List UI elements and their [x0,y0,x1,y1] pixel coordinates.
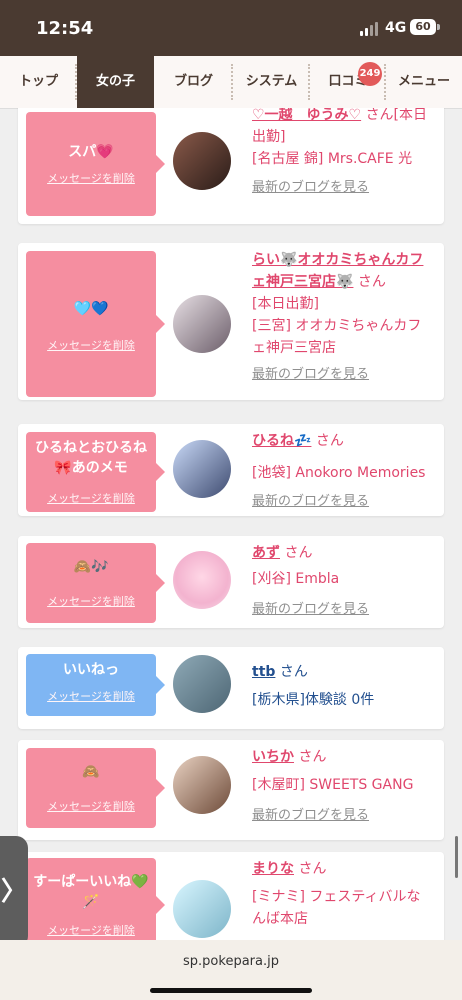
status-bar: 12:54 4G 60 [0,0,462,56]
side-drawer-toggle-chevron-icon[interactable]: 〉 [0,836,28,948]
shop-label: [刈谷] Embla [252,571,340,587]
tab-girls[interactable]: 女の子 [77,56,154,108]
url-text[interactable]: sp.pokepara.jp [0,954,462,969]
message-bubble: スパ💗 メッセージを削除 [26,112,165,216]
avatar[interactable] [173,880,231,938]
girl-info: あず さん [刈谷] Embla 最新のブログを見る [252,542,434,617]
message-bubble: いいねっ メッセージを削除 [26,654,165,716]
honorific: さん [298,749,327,765]
clock: 12:54 [36,18,94,39]
honorific: さん [298,861,327,877]
list-item: すーぱーいいね💚🪄 メッセージを削除 まりな さん [ミナミ] フェスティバルな… [18,852,444,940]
shop-label: [ミナミ] フェスティバルなんば本店 [252,889,421,927]
avatar[interactable] [173,756,231,814]
tab-system[interactable]: システム [233,56,310,108]
avatar[interactable] [173,295,231,353]
honorific: さん [315,433,344,449]
message-bubble: 🩵💙 メッセージを削除 [26,251,165,397]
avatar[interactable] [173,655,231,713]
latest-blog-link[interactable]: 最新のブログを見る [252,494,369,509]
message-text: 🙈 [82,764,100,780]
list-item: スパ💗 メッセージを削除 ♡一越 ゆうみ♡ さん[本日出勤] [名古屋 錦] M… [18,108,444,224]
shop-label: [木屋町] SWEETS GANG [252,777,414,793]
latest-blog-link[interactable]: 最新のブログを見る [252,602,369,617]
girl-name-link[interactable]: ♡一越 ゆうみ♡ [252,108,361,123]
avatar[interactable] [173,551,231,609]
signal-icon [360,22,380,36]
girl-name-link[interactable]: ひるね💤 [252,433,311,449]
tab-top[interactable]: トップ [0,56,77,108]
girl-info: いちか さん [木屋町] SWEETS GANG 最新のブログを見る [252,746,434,823]
girl-name-link[interactable]: らい🐺オオカミちゃんカフェ神戸三宮店🐺 [252,252,423,290]
girl-info: らい🐺オオカミちゃんカフェ神戸三宮店🐺 さん [本日出勤] [三宮] オオカミち… [252,249,434,382]
delete-message-link[interactable]: メッセージを削除 [26,798,156,814]
delete-message-link[interactable]: メッセージを削除 [26,688,156,704]
message-bubble: 🙈 メッセージを削除 [26,748,165,828]
reviews-count-badge: 249 [358,62,382,86]
list-item: 🙈🎶 メッセージを削除 あず さん [刈谷] Embla 最新のブログを見る [18,536,444,628]
latest-blog-link[interactable]: 最新のブログを見る [252,808,369,823]
message-list: スパ💗 メッセージを削除 ♡一越 ゆうみ♡ さん[本日出勤] [名古屋 錦] M… [0,108,462,940]
girl-name-link[interactable]: いちか [252,749,294,765]
latest-blog-link[interactable]: 最新のブログを見る [252,367,369,382]
message-text: ひるねとおひるね🎀あのメモ [35,440,147,476]
delete-message-link[interactable]: メッセージを削除 [26,337,156,353]
delete-message-link[interactable]: メッセージを削除 [26,170,156,186]
tab-blog[interactable]: ブログ [154,56,233,108]
message-text: スパ💗 [68,144,114,160]
girl-info: まりな さん [ミナミ] フェスティバルなんば本店 [252,858,434,927]
delete-message-link[interactable]: メッセージを削除 [26,490,156,506]
delete-message-link[interactable]: メッセージを削除 [26,922,156,938]
message-bubble: ひるねとおひるね🎀あのメモ メッセージを削除 [26,432,165,512]
list-item: いいねっ メッセージを削除 ttb さん [栃木県]体験談 0件 [18,647,444,729]
shop-label: [栃木県]体験談 0件 [252,692,375,708]
honorific: さん [279,664,308,680]
girl-info: ttb さん [栃木県]体験談 0件 [252,661,434,708]
girl-name-link[interactable]: ttb [252,664,275,680]
home-indicator [150,988,312,993]
message-bubble: 🙈🎶 メッセージを削除 [26,543,165,623]
girl-info: ♡一越 ゆうみ♡ さん[本日出勤] [名古屋 錦] Mrs.CAFE 光 最新の… [252,108,434,195]
list-item: ひるねとおひるね🎀あのメモ メッセージを削除 ひるね💤 さん [池袋] Anok… [18,424,444,516]
message-text: すーぱーいいね💚🪄 [33,874,149,910]
battery-icon: 60 [410,19,436,35]
work-status: [本日出勤] [252,296,319,312]
network-label: 4G [385,20,407,36]
delete-message-link[interactable]: メッセージを削除 [26,593,156,609]
latest-blog-link[interactable]: 最新のブログを見る [252,180,369,195]
scrollbar[interactable] [455,836,458,878]
list-item: 🙈 メッセージを削除 いちか さん [木屋町] SWEETS GANG 最新のブ… [18,740,444,840]
honorific: さん [284,545,313,561]
girl-info: ひるね💤 さん [池袋] Anokoro Memories 最新のブログを見る [252,430,434,509]
message-text: 🙈🎶 [73,559,109,575]
message-text: いいねっ [63,662,119,678]
browser-address-bar[interactable]: sp.pokepara.jp [0,940,462,1000]
shop-label: [池袋] Anokoro Memories [252,465,426,481]
message-bubble: すーぱーいいね💚🪄 メッセージを削除 [26,858,165,940]
list-item: 🩵💙 メッセージを削除 らい🐺オオカミちゃんカフェ神戸三宮店🐺 さん [本日出勤… [18,243,444,400]
shop-label: [名古屋 錦] Mrs.CAFE 光 [252,151,413,167]
battery-nub [437,24,440,30]
avatar[interactable] [173,132,231,190]
nav-bar: トップ 女の子 ブログ システム 口コミ メニュー 249 [0,56,462,109]
girl-name-link[interactable]: まりな [252,861,294,877]
message-text: 🩵💙 [73,301,109,317]
honorific: さん [357,274,386,290]
shop-label: [三宮] オオカミちゃんカフェ神戸三宮店 [252,318,422,356]
girl-name-link[interactable]: あず [252,545,280,561]
tab-menu[interactable]: メニュー [386,56,462,108]
avatar[interactable] [173,440,231,498]
